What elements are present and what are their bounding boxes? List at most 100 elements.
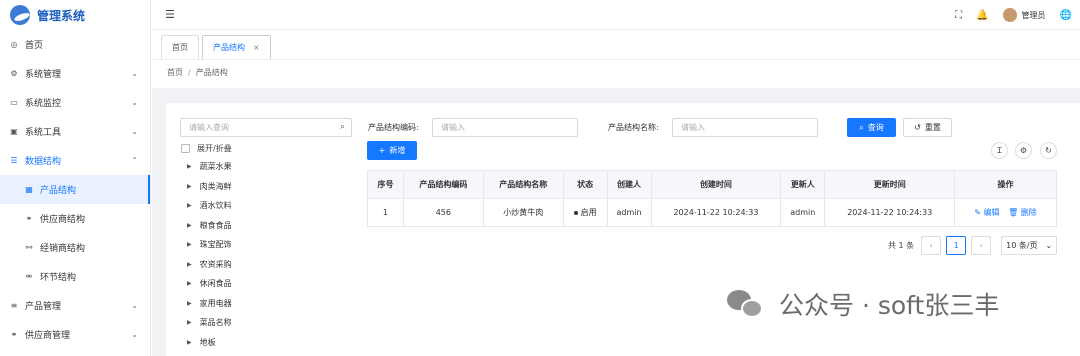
tree-node-label: 粮食食品 <box>199 221 232 230</box>
sidebar-item-product-management[interactable]: ≡ 产品管理 ⌄ <box>0 291 150 320</box>
sidebar-item-supplier-management[interactable]: ⚭ 供应商管理 ⌄ <box>0 320 150 349</box>
chevron-down-icon: ⌄ <box>131 69 138 78</box>
reload-icon[interactable]: ↻ <box>1040 142 1057 159</box>
tree-node[interactable]: ▶ 酒水饮料 <box>187 200 232 211</box>
code-filter-input[interactable]: 请输入 <box>432 118 578 137</box>
tree-node-label: 地板 <box>199 338 216 347</box>
caret-right-icon[interactable]: ▶ <box>187 241 192 248</box>
chevron-up-icon: ⌃ <box>131 156 138 165</box>
search-button-label: 查询 <box>867 123 884 132</box>
page-size-select[interactable]: 10 条/页 ⌄ <box>1001 236 1058 255</box>
tree-node-label: 酒水饮料 <box>199 201 232 210</box>
cell-actions: ✎ 编辑 🗑 删除 <box>954 198 1057 227</box>
app-logo[interactable]: 管理系统 <box>0 0 150 30</box>
tree-node-label: 休闲食品 <box>199 279 232 288</box>
tree-node-label: 蔬菜水果 <box>199 162 232 171</box>
sidebar-item-label: 首页 <box>25 41 44 51</box>
tree-node[interactable]: ▶ 蔬菜水果 <box>187 161 232 172</box>
sidebar-item-label: 供应商管理 <box>25 331 71 341</box>
expand-collapse-toggle[interactable]: 展开/折叠 <box>181 143 232 154</box>
search-button[interactable]: ⌕ 查询 <box>847 118 896 137</box>
dashboard-icon: ◎ <box>10 40 18 49</box>
tree-node[interactable]: ▶ 粮食食品 <box>187 220 232 231</box>
code-filter-placeholder: 请输入 <box>441 123 465 132</box>
caret-right-icon[interactable]: ▶ <box>187 222 192 229</box>
expand-collapse-checkbox[interactable] <box>181 144 190 153</box>
name-filter-input[interactable]: 请输入 <box>672 118 818 137</box>
sidebar-item-home[interactable]: ◎ 首页 <box>0 30 150 59</box>
gear-icon: ⚙ <box>10 69 18 78</box>
sidebar-item-data-structure[interactable]: ☰ 数据结构 ⌃ <box>0 146 150 175</box>
tree-node[interactable]: ▶ 家用电器 <box>187 298 232 309</box>
delete-link[interactable]: 🗑 删除 <box>1008 208 1037 217</box>
tree-node[interactable]: ▶ 珠宝配饰 <box>187 239 232 250</box>
logo-icon <box>10 5 30 25</box>
page-size-value: 10 条/页 <box>1006 241 1038 250</box>
caret-right-icon[interactable]: ▶ <box>187 339 192 346</box>
sidebar-item-system-management[interactable]: ⚙ 系统管理 ⌄ <box>0 59 150 88</box>
tab-home[interactable]: 首页 <box>161 35 199 59</box>
next-page-button[interactable]: › <box>971 236 992 255</box>
menu-toggle-icon[interactable]: ☰ <box>165 8 175 21</box>
sidebar-item-dealer-structure[interactable]: ⚯ 经销商结构 <box>0 233 150 262</box>
column-header: 序号 <box>367 170 404 199</box>
sidebar-item-label: 环节结构 <box>40 273 77 283</box>
chevron-down-icon: ⌄ <box>1045 241 1053 250</box>
sidebar-item-label: 经销商结构 <box>40 244 86 254</box>
close-icon[interactable]: × <box>253 43 260 52</box>
tree-search-placeholder: 请输入查询 <box>189 123 229 132</box>
delete-label: 删除 <box>1020 208 1037 217</box>
link-icon: ⚭ <box>25 214 33 223</box>
cell-updated-time: 2024-11-22 10:24:33 <box>824 198 956 227</box>
bell-icon[interactable]: 🔔 <box>976 10 988 21</box>
caret-right-icon[interactable]: ▶ <box>187 202 192 209</box>
caret-right-icon[interactable]: ▶ <box>187 300 192 307</box>
fullscreen-icon[interactable]: ⛶ <box>955 10 962 21</box>
sidebar-item-supplier-structure[interactable]: ⚭ 供应商结构 <box>0 204 150 233</box>
tree-node-label: 珠宝配饰 <box>199 240 232 249</box>
reset-button[interactable]: ↺ 重置 <box>903 118 952 137</box>
sliders-icon: ☰ <box>10 156 18 165</box>
sidebar-item-product-structure[interactable]: ▦ 产品结构 <box>0 175 150 204</box>
add-button-label: 新增 <box>389 146 406 155</box>
caret-right-icon[interactable]: ▶ <box>187 280 192 287</box>
cell-code: 456 <box>402 198 484 227</box>
caret-right-icon[interactable]: ▶ <box>187 261 192 268</box>
tree-node[interactable]: ▶ 休闲食品 <box>187 278 232 289</box>
page-button[interactable]: 1 <box>946 236 967 255</box>
toolbox-icon: ▣ <box>10 127 18 136</box>
breadcrumb-home[interactable]: 首页 <box>167 68 183 77</box>
chevron-down-icon: ⌄ <box>131 330 138 339</box>
tree-node[interactable]: ▶ 菜品名称 <box>187 317 232 328</box>
tree-search-input[interactable]: 请输入查询 ⌕ <box>180 118 352 137</box>
tree-node[interactable]: ▶ 地板 <box>187 337 216 348</box>
settings-icon[interactable]: ⚙ <box>1015 142 1032 159</box>
link-icon: ⚭ <box>10 330 18 339</box>
caret-right-icon[interactable]: ▶ <box>187 319 192 326</box>
sidebar-item-link-structure[interactable]: ⚮ 环节结构 <box>0 262 150 291</box>
breadcrumb-separator: / <box>188 68 191 77</box>
add-button[interactable]: + 新增 <box>367 141 417 160</box>
user-name[interactable]: 管理员 <box>1022 10 1046 21</box>
tree-node-label: 肉类海鲜 <box>199 182 232 191</box>
cell-name: 小炒黄牛肉 <box>482 198 564 227</box>
avatar[interactable] <box>1002 8 1017 22</box>
tree-node[interactable]: ▶ 农资采购 <box>187 259 232 270</box>
prev-page-button[interactable]: ‹ <box>921 236 942 255</box>
pagination-total: 共 1 条 <box>888 241 915 250</box>
reset-button-label: 重置 <box>924 123 941 132</box>
chevron-down-icon: ⌄ <box>131 98 138 107</box>
table-header-row: 序号 产品结构编码 产品结构名称 状态 创建人 创建时间 更新人 更新时间 操作 <box>367 170 1057 199</box>
caret-right-icon[interactable]: ▶ <box>187 163 192 170</box>
column-height-icon[interactable]: Ɪ <box>991 142 1008 159</box>
tree-node-label: 家用电器 <box>199 299 232 308</box>
top-bar: ☰ ⛶ 🔔 管理员 🌐 <box>152 0 1080 30</box>
globe-icon[interactable]: 🌐 <box>1060 10 1072 21</box>
sidebar-item-system-monitor[interactable]: ▭ 系统监控 ⌄ <box>0 88 150 117</box>
sidebar-item-system-tools[interactable]: ▣ 系统工具 ⌄ <box>0 117 150 146</box>
tab-product-structure[interactable]: 产品结构 × <box>202 35 271 59</box>
caret-right-icon[interactable]: ▶ <box>187 183 192 190</box>
tree-node[interactable]: ▶ 肉类海鲜 <box>187 181 232 192</box>
edit-link[interactable]: ✎ 编辑 <box>974 208 999 217</box>
wechat-icon <box>727 286 767 322</box>
